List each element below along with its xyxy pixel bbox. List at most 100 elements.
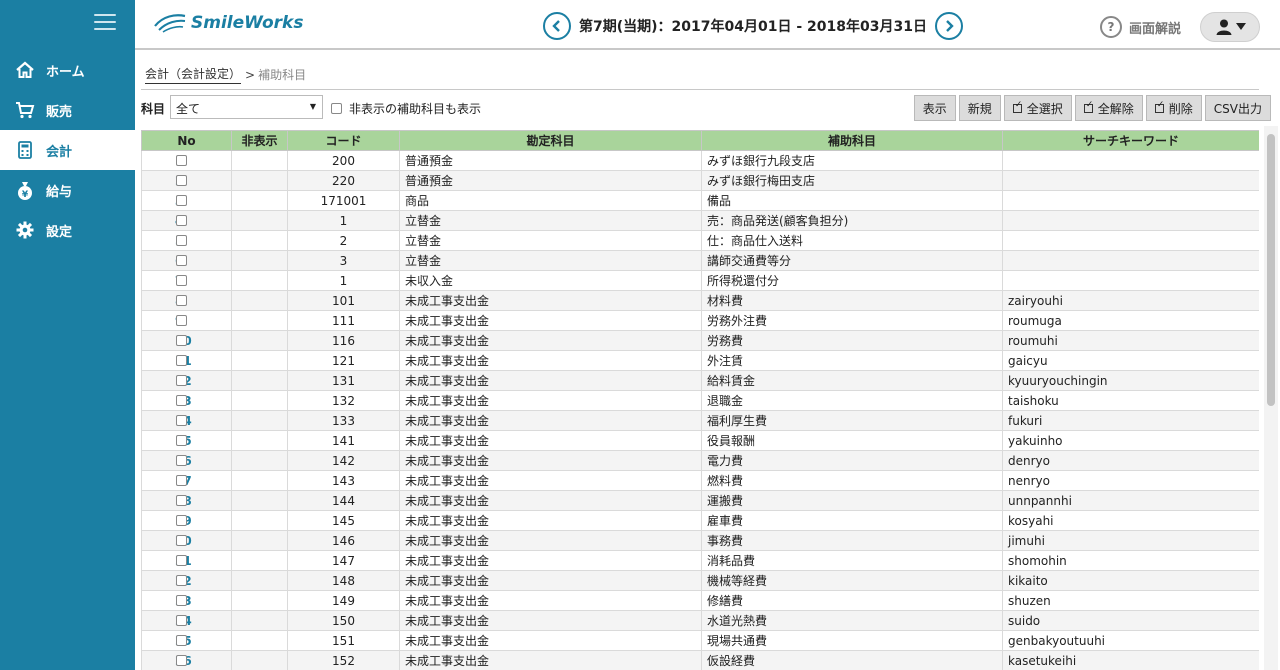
table-row[interactable]: 26 152未成工事支出金仮設経費kasetukeihi (141, 650, 1259, 670)
cell-account: 未成工事支出金 (399, 290, 702, 311)
svg-text:¥: ¥ (22, 190, 29, 200)
row-checkbox[interactable] (176, 515, 187, 526)
sidebar-item-payroll[interactable]: ¥ 給与 (0, 170, 135, 210)
table-row[interactable]: 24 150未成工事支出金水道光熱費suido (141, 610, 1259, 631)
row-checkbox[interactable] (176, 195, 187, 206)
table-row[interactable]: 14 133未成工事支出金福利厚生費fukuri (141, 410, 1259, 431)
table-row[interactable]: 10 116未成工事支出金労務費roumuhi (141, 330, 1259, 351)
cell-sub-account: 仮設経費 (701, 650, 1003, 670)
show-hidden-label: 非表示の補助科目も表示 (349, 102, 482, 116)
brand-logo[interactable]: SmileWorks (153, 12, 303, 34)
sidebar-item-settings[interactable]: 設定 (0, 210, 135, 250)
show-hidden-checkbox[interactable] (331, 103, 342, 114)
table-row[interactable]: 7 1未収入金所得税還付分 (141, 270, 1259, 291)
previous-period-button[interactable] (543, 12, 571, 40)
row-checkbox[interactable] (176, 155, 187, 166)
cell-code: 3 (287, 250, 400, 271)
user-menu-button[interactable] (1200, 12, 1260, 42)
breadcrumb-accounting-settings-link[interactable]: 会計（会計設定） (145, 65, 242, 84)
row-checkbox[interactable] (176, 275, 187, 286)
sidebar-item-home[interactable]: ホーム (0, 50, 135, 90)
account-filter-label: 科目 (141, 102, 166, 116)
row-checkbox[interactable] (176, 575, 187, 586)
row-checkbox[interactable] (176, 455, 187, 466)
table-row[interactable]: 5 2立替金仕：商品仕入送料 (141, 230, 1259, 251)
table-row[interactable]: 11 121未成工事支出金外注賃gaicyu (141, 350, 1259, 371)
cell-no: 18 (141, 490, 232, 511)
row-checkbox[interactable] (176, 335, 187, 346)
next-period-button[interactable] (934, 12, 963, 40)
table-row[interactable]: 17 143未成工事支出金燃料費nenryo (141, 470, 1259, 491)
row-checkbox[interactable] (176, 175, 187, 186)
cell-code: 131 (287, 370, 400, 391)
cell-hidden (231, 290, 288, 311)
delete-button[interactable]: 削除 (1145, 95, 1202, 121)
row-checkbox[interactable] (176, 555, 187, 566)
column-header-sub-account[interactable]: 補助科目 (701, 130, 1003, 151)
cell-no: 17 (141, 470, 232, 491)
table-row[interactable]: 16 142未成工事支出金電力費denryo (141, 450, 1259, 471)
row-checkbox[interactable] (176, 475, 187, 486)
row-checkbox[interactable] (176, 395, 187, 406)
cell-code: 132 (287, 390, 400, 411)
column-header-hidden[interactable]: 非表示 (231, 130, 288, 151)
table-row[interactable]: 25 151未成工事支出金現場共通費genbakyoutuuhi (141, 630, 1259, 651)
column-header-no[interactable]: No (141, 130, 232, 151)
column-header-search-keyword[interactable]: サーチキーワード (1002, 130, 1259, 151)
cell-hidden (231, 230, 288, 251)
deselect-all-button[interactable]: 全解除 (1074, 95, 1143, 121)
table-row[interactable]: 1 200普通預金みずほ銀行九段支店 (141, 150, 1259, 171)
table-row[interactable]: 15 141未成工事支出金役員報酬yakuinho (141, 430, 1259, 451)
table-row[interactable]: 19 145未成工事支出金雇車費kosyahi (141, 510, 1259, 531)
table-row[interactable]: 23 149未成工事支出金修繕費shuzen (141, 590, 1259, 611)
table-row[interactable]: 8 101未成工事支出金材料費zairyouhi (141, 290, 1259, 311)
column-header-code[interactable]: コード (287, 130, 400, 151)
row-checkbox[interactable] (176, 375, 187, 386)
row-checkbox[interactable] (176, 255, 187, 266)
csv-export-button[interactable]: CSV出力 (1204, 95, 1271, 121)
cell-code: 111 (287, 310, 400, 331)
account-select[interactable]: 全て ▼ (170, 95, 323, 119)
sidebar-item-sales[interactable]: 販売 (0, 90, 135, 130)
row-checkbox[interactable] (176, 415, 187, 426)
table-row[interactable]: 12 131未成工事支出金給料賃金kyuuryouchingin (141, 370, 1259, 391)
hamburger-menu-icon[interactable] (94, 14, 116, 32)
cell-no: 12 (141, 370, 232, 391)
row-checkbox[interactable] (176, 595, 187, 606)
table-row[interactable]: 20 146未成工事支出金事務費jimuhi (141, 530, 1259, 551)
row-checkbox[interactable] (176, 635, 187, 646)
cell-hidden (231, 250, 288, 271)
row-checkbox[interactable] (176, 315, 187, 326)
cell-hidden (231, 610, 288, 631)
row-checkbox[interactable] (176, 495, 187, 506)
table-row[interactable]: 3 171001商品備品 (141, 190, 1259, 211)
table-row[interactable]: 2 220普通預金みずほ銀行梅田支店 (141, 170, 1259, 191)
table-row[interactable]: 6 3立替金講師交通費等分 (141, 250, 1259, 271)
dropdown-arrow-icon: ▼ (309, 102, 316, 111)
row-checkbox[interactable] (176, 435, 187, 446)
new-button[interactable]: 新規 (958, 95, 1001, 121)
cell-hidden (231, 510, 288, 531)
table-scrollbar[interactable] (1264, 126, 1278, 670)
row-checkbox[interactable] (176, 295, 187, 306)
row-checkbox[interactable] (176, 355, 187, 366)
sidebar-item-accounting[interactable]: 会計 (0, 130, 135, 170)
show-button[interactable]: 表示 (913, 95, 956, 121)
table-row[interactable]: 13 132未成工事支出金退職金taishoku (141, 390, 1259, 411)
table-row[interactable]: 21 147未成工事支出金消耗品費shomohin (141, 550, 1259, 571)
row-checkbox[interactable] (176, 655, 187, 666)
checkbox-icon (1012, 100, 1022, 113)
cell-no: 9 (141, 310, 232, 331)
table-row[interactable]: 9 111未成工事支出金労務外注費roumuga (141, 310, 1259, 331)
row-checkbox[interactable] (176, 535, 187, 546)
row-checkbox[interactable] (176, 215, 187, 226)
row-checkbox[interactable] (176, 235, 187, 246)
select-all-button[interactable]: 全選択 (1003, 95, 1072, 121)
table-row[interactable]: 22 148未成工事支出金機械等経費kikaito (141, 570, 1259, 591)
help-button[interactable]: ? 画面解説 (1100, 16, 1181, 38)
scrollbar-thumb[interactable] (1267, 134, 1275, 406)
table-row[interactable]: 18 144未成工事支出金運搬費unnpannhi (141, 490, 1259, 511)
row-checkbox[interactable] (176, 615, 187, 626)
column-header-account[interactable]: 勘定科目 (399, 130, 702, 151)
table-row[interactable]: 4 1立替金売：商品発送(顧客負担分) (141, 210, 1259, 231)
